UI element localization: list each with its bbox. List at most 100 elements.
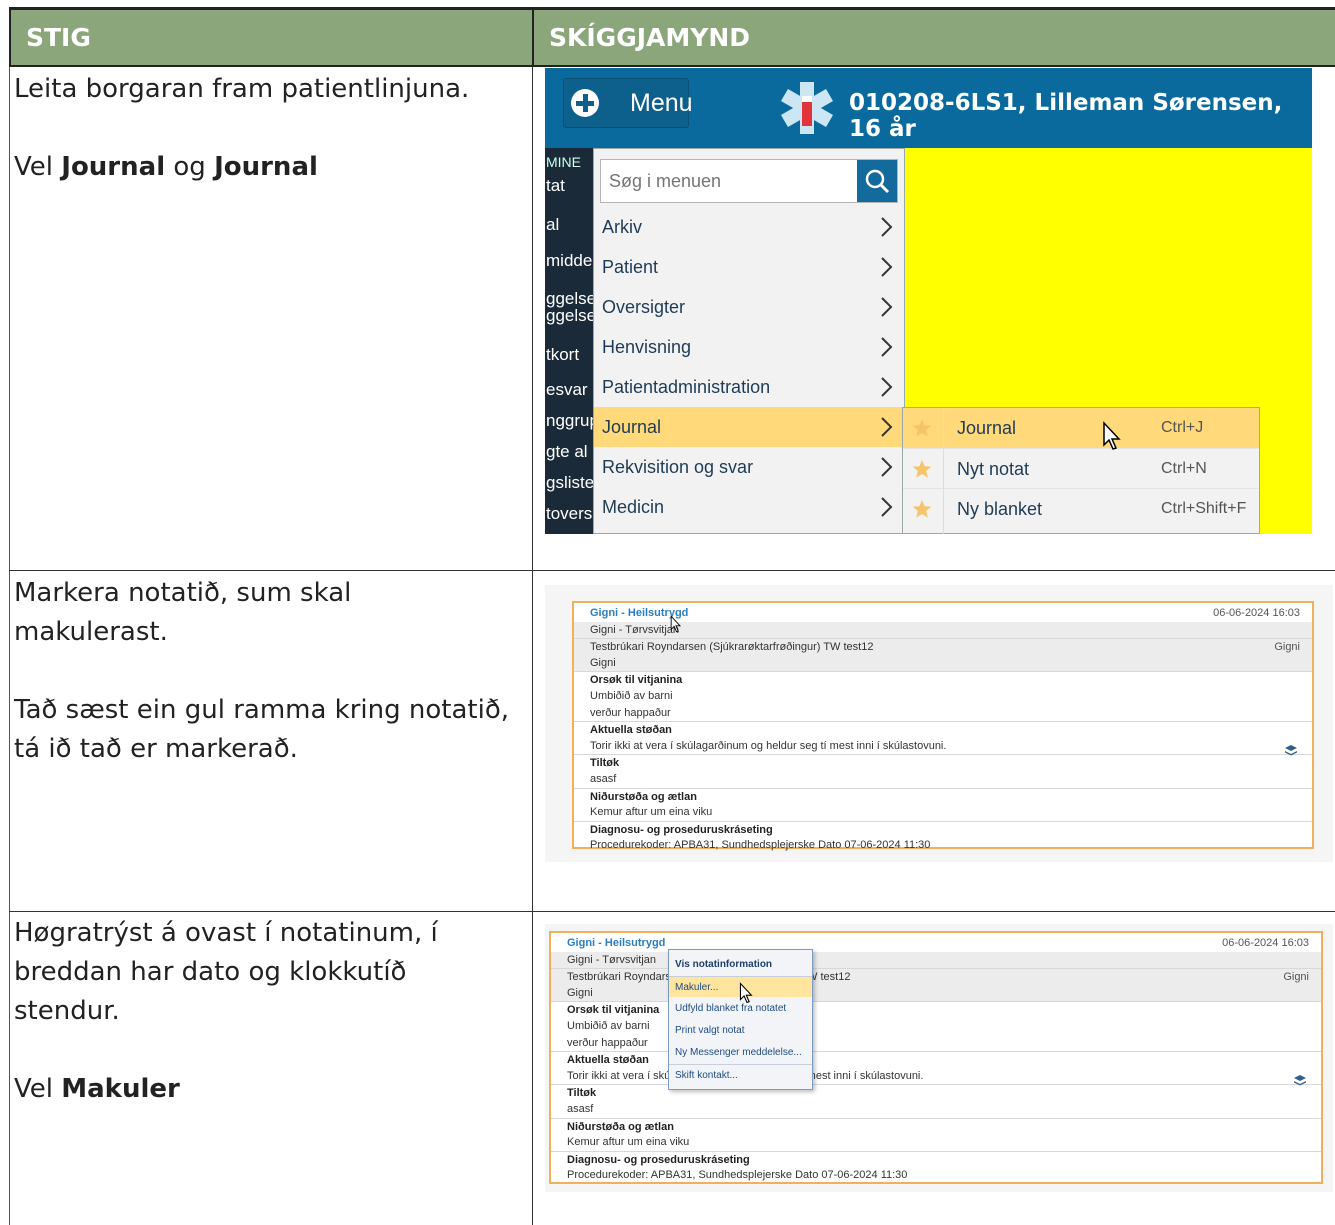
note-row-text: Kemur aftur um eina viku	[567, 1136, 690, 1149]
context-menu-item[interactable]: Skift kontakt...	[669, 1064, 812, 1085]
mouse-cursor-icon	[1103, 421, 1121, 450]
note-row: Torir ikki at vera í skúlagarðinum og he…	[574, 738, 1312, 755]
journal-note-selected[interactable]: Gigni - Heilsutrygd 06-06-2024 16:03 Gigni…	[572, 601, 1314, 851]
menu-item[interactable]: Patientadministration	[594, 367, 904, 407]
submenu-item-label: Nyt notat	[957, 459, 1030, 479]
note-row-text: Orsøk til vitjanina	[567, 1004, 660, 1017]
note-row-text: Kemur aftur um eina viku	[590, 806, 713, 819]
plus-icon	[571, 89, 599, 117]
menu-search	[600, 159, 898, 203]
note-row-text: Gigni - Tørvsvitjan	[567, 953, 657, 966]
favorite-star-icon[interactable]	[911, 417, 933, 439]
sidebar-fragment[interactable]: ggelse	[546, 306, 593, 326]
sidebar-fragment[interactable]: tovers	[546, 504, 593, 524]
context-menu-item[interactable]: Ny Messenger meddelelse...	[669, 1042, 812, 1063]
note-row: Testbrúkari Royndarsen (Sjúkrarøktarfrøð…	[551, 968, 1321, 986]
sidebar-fragments: MINE tat al midde ggelse ggelse tkort esvar nggr…	[545, 148, 593, 534]
table-left-border	[9, 67, 10, 1225]
note-row-text: asasf	[590, 773, 617, 785]
note-row: asasf	[551, 1101, 1321, 1118]
note-row: Gigni - Tørvsvitjan	[551, 951, 1321, 969]
menu-item-label: Oversigter	[602, 297, 686, 317]
menu-item[interactable]: Arkiv	[594, 207, 904, 247]
menu-item[interactable]: Henvisning	[594, 327, 904, 367]
favorite-star-icon[interactable]	[911, 458, 933, 480]
app-top-bar: Menu 010208-6LS1, Lilleman Sørensen, 16 …	[545, 68, 1312, 148]
note-row-text: Diagnosu- og proseduruskráseting	[567, 1153, 750, 1166]
sidebar-fragment[interactable]: esvar	[546, 380, 593, 400]
menu-item[interactable]: Patient	[594, 247, 904, 287]
note-timestamp: 06-06-2024 16:03	[1213, 607, 1300, 619]
note-row-text: Gigni	[567, 986, 593, 999]
chevron-right-icon	[881, 217, 893, 237]
note-context-menu: Vis notatinformation Makuler... Udfyld bla…	[668, 949, 813, 1090]
step-line: Vel Journal og Journal	[14, 152, 318, 182]
note-row: Testbrúkari Royndarsen (Sjúkrarøktarfrøð…	[574, 638, 1312, 656]
column-divider	[532, 67, 533, 1225]
note-row: Diagnosu- og proseduruskráseting	[551, 1150, 1321, 1168]
submenu-item[interactable]: Ny blanket Ctrl+Shift+F	[903, 488, 1259, 528]
chevron-right-icon	[881, 417, 893, 437]
step-line: stendur.	[14, 996, 120, 1026]
note-role: Gigni	[1274, 641, 1300, 654]
note-row-text: Procedurekoder: APBA31, Sundhedsplejersk…	[567, 1169, 908, 1182]
step-line	[14, 652, 509, 691]
submenu-shortcut: Ctrl+J	[1161, 419, 1204, 436]
menu-item[interactable]: Rekvisition og svar	[594, 447, 904, 487]
medical-star-icon	[780, 82, 834, 134]
menu-item-label: Patientadministration	[602, 377, 771, 397]
step-line: Høgratrýst á ovast í notatinum, í	[14, 918, 438, 948]
submenu-item[interactable]: Nyt notat Ctrl+N	[903, 448, 1259, 488]
note-row-text: Umbiðið av barni	[567, 1020, 650, 1032]
note-row: Orsøk til vitjanina	[551, 1001, 1321, 1018]
sidebar-fragment[interactable]: midde	[546, 251, 593, 271]
layers-icon[interactable]	[1293, 1074, 1307, 1088]
menu-item[interactable]: Oversigter	[594, 287, 904, 327]
note-row: Procedurekoder: APBA31, Sundhedsplejersk…	[574, 837, 1312, 854]
note-row: verður happaður	[551, 1035, 1321, 1052]
menu-item[interactable]: Journal	[594, 407, 904, 447]
note-row: Diagnosu- og proseduruskráseting	[574, 820, 1312, 838]
chevron-right-icon	[881, 497, 893, 517]
context-menu-item[interactable]: Print valgt notat	[669, 1020, 812, 1041]
step-text-3: Høgratrýst á ovast í notatinum, í breddan…	[14, 914, 438, 1109]
sidebar-fragment[interactable]: MINE	[546, 154, 593, 170]
main-menu-dropdown: Arkiv Patient Oversigter Henvisning Patienta…	[593, 148, 905, 534]
note-timestamp: 06-06-2024 16:03	[1222, 937, 1309, 949]
sidebar-fragment[interactable]: tat	[546, 176, 593, 196]
menu-search-input[interactable]	[601, 160, 859, 202]
note-row: Niðurstøða og ætlan	[551, 1117, 1321, 1135]
note-row-text: Diagnosu- og proseduruskráseting	[590, 823, 773, 836]
menu-item[interactable]: Medicin	[594, 487, 904, 527]
note-row: Torir ikki at vera í skúlagarðinum og he…	[551, 1068, 1321, 1085]
menu-item-label: Henvisning	[602, 337, 692, 357]
sidebar-fragment[interactable]: al	[546, 215, 593, 235]
sidebar-fragment[interactable]: gsliste	[546, 473, 593, 493]
submenu-item[interactable]: Journal Ctrl+J	[903, 408, 1259, 448]
note-row-text: Procedurekoder: APBA31, Sundhedsplejersk…	[590, 839, 931, 852]
note-row: Gigni	[551, 984, 1321, 1002]
step-line: tá ið tað er markerað.	[14, 734, 298, 764]
step-line: Tað sæst ein gul ramma kring notatið,	[14, 695, 509, 725]
journal-note[interactable]: Gigni - Heilsutrygd 06-06-2024 16:03 Gigni…	[549, 931, 1323, 1184]
chevron-right-icon	[881, 457, 893, 477]
row-divider	[9, 911, 1335, 912]
favorite-star-icon[interactable]	[911, 498, 933, 520]
sidebar-fragment[interactable]: gte al	[546, 442, 593, 462]
note-row-text: Niðurstøða og ætlan	[590, 790, 697, 803]
search-button[interactable]	[857, 160, 897, 202]
note-role: Gigni	[1283, 971, 1309, 984]
sidebar-fragment[interactable]: tkort	[546, 345, 593, 365]
context-menu-item[interactable]: Vis notatinformation	[669, 954, 812, 975]
submenu-divider	[943, 408, 944, 534]
step-line	[14, 1031, 438, 1070]
note-row: Orsøk til vitjanina	[574, 671, 1312, 688]
note-row: Niðurstøða og ætlan	[574, 787, 1312, 805]
note-row: Gigni	[574, 654, 1312, 672]
layers-icon[interactable]	[1284, 744, 1298, 758]
note-row: asasf	[574, 771, 1312, 788]
note-row-text: verður happaður	[590, 706, 671, 719]
step-text-1: Leita borgaran fram patientlinjuna. Vel …	[14, 70, 469, 187]
sidebar-fragment[interactable]: nggrup	[546, 411, 593, 431]
note-row-text: Umbiðið av barni	[590, 690, 673, 702]
